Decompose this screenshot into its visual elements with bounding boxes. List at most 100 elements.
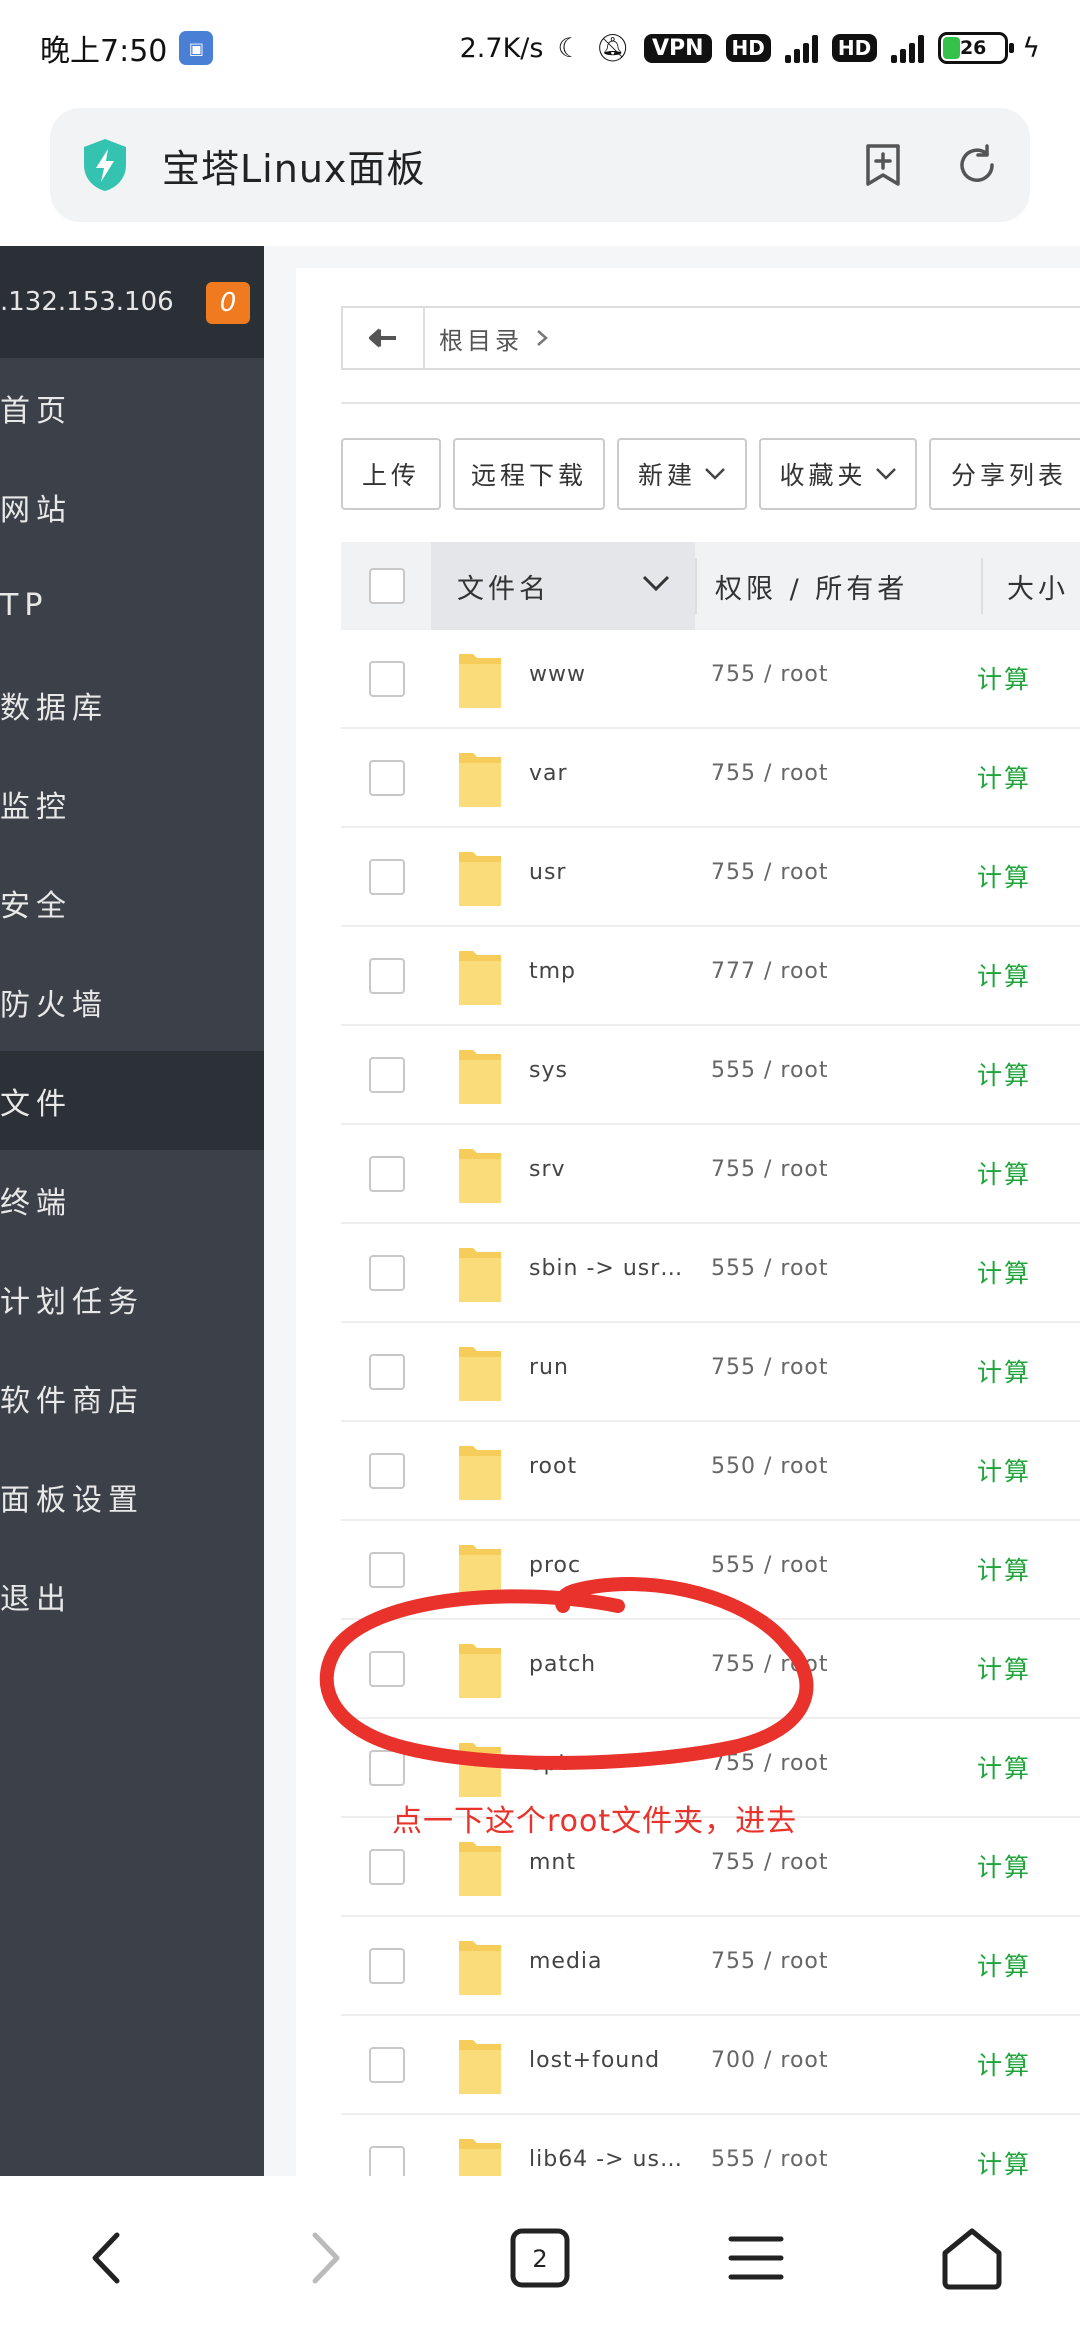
tabs-icon[interactable]: 2 [505,2223,575,2293]
remote-download-button[interactable]: 远程下载 [453,438,605,510]
file-permission[interactable]: 755 / root [711,1157,829,1182]
sidebar-item-website[interactable]: 网站 [0,457,264,556]
folder-icon[interactable] [457,2034,503,2098]
sidebar-item-database[interactable]: 数据库 [0,655,264,754]
row-checkbox[interactable] [369,661,405,697]
calc-size-link[interactable]: 计算 [977,1254,1031,1290]
sidebar-item-settings[interactable]: 面板设置 [0,1447,264,1546]
file-permission[interactable]: 755 / root [711,1850,829,1875]
row-checkbox[interactable] [369,1453,405,1489]
calc-size-link[interactable]: 计算 [977,1452,1031,1488]
notification-badge[interactable]: 0 [206,282,250,324]
file-name[interactable]: srv [529,1157,566,1182]
folder-icon[interactable] [457,945,503,1009]
folder-icon[interactable] [457,747,503,811]
file-name[interactable]: run [529,1355,569,1380]
calc-size-link[interactable]: 计算 [977,1155,1031,1191]
menu-icon[interactable] [721,2223,791,2293]
file-permission[interactable]: 755 / root [711,662,829,687]
calc-size-link[interactable]: 计算 [977,957,1031,993]
table-row[interactable]: run 755 / root 计算 [341,1323,1080,1422]
file-name[interactable]: mnt [529,1850,576,1875]
table-row[interactable]: srv 755 / root 计算 [341,1125,1080,1224]
file-name[interactable]: root [529,1454,577,1479]
folder-icon[interactable] [457,648,503,712]
file-permission[interactable]: 700 / root [711,2048,829,2073]
folder-icon[interactable] [457,1143,503,1207]
file-permission[interactable]: 555 / root [711,2147,829,2172]
browser-title-bar[interactable]: 宝塔Linux面板 [50,108,1030,222]
file-permission[interactable]: 777 / root [711,959,829,984]
file-name[interactable]: tmp [529,959,576,984]
column-permission[interactable]: 权限 / 所有者 [715,567,908,606]
calc-size-link[interactable]: 计算 [977,1749,1031,1785]
back-button[interactable] [343,308,425,368]
new-dropdown-button[interactable]: 新建 [617,438,747,510]
table-row[interactable]: tmp 777 / root 计算 [341,927,1080,1026]
row-checkbox[interactable] [369,1948,405,1984]
forward-icon[interactable] [289,2223,359,2293]
row-checkbox[interactable] [369,859,405,895]
file-permission[interactable]: 555 / root [711,1256,829,1281]
row-checkbox[interactable] [369,2047,405,2083]
sidebar-item-logout[interactable]: 退出 [0,1546,264,1645]
file-permission[interactable]: 555 / root [711,1058,829,1083]
table-row[interactable]: lost+found 700 / root 计算 [341,2016,1080,2115]
row-checkbox[interactable] [369,1849,405,1885]
table-row[interactable]: sbin -> usr… 555 / root 计算 [341,1224,1080,1323]
sidebar-item-files[interactable]: 文件 [0,1051,264,1150]
folder-icon[interactable] [457,1341,503,1405]
file-name[interactable]: lib64 -> us… [529,2147,683,2172]
table-row[interactable]: sys 555 / root 计算 [341,1026,1080,1125]
table-row[interactable]: var 755 / root 计算 [341,729,1080,828]
file-name[interactable]: media [529,1949,603,1974]
add-bookmark-icon[interactable] [860,142,906,188]
row-checkbox[interactable] [369,1057,405,1093]
calc-size-link[interactable]: 计算 [977,858,1031,894]
sidebar-item-ftp[interactable]: TP [0,556,264,655]
share-list-button[interactable]: 分享列表 [929,438,1080,510]
select-all-checkbox[interactable] [369,568,405,604]
file-permission[interactable]: 550 / root [711,1454,829,1479]
file-permission[interactable]: 755 / root [711,1949,829,1974]
folder-icon[interactable] [457,1242,503,1306]
file-name[interactable]: var [529,761,568,786]
file-name[interactable]: www [529,662,586,687]
file-name[interactable]: lost+found [529,2048,660,2073]
sidebar-item-firewall[interactable]: 防火墙 [0,952,264,1051]
folder-icon[interactable] [457,1935,503,1999]
sidebar-item-home[interactable]: 首页 [0,358,264,457]
upload-button[interactable]: 上传 [341,438,441,510]
folder-icon[interactable] [457,1044,503,1108]
sidebar-item-monitor[interactable]: 监控 [0,754,264,853]
sidebar-item-cron[interactable]: 计划任务 [0,1249,264,1348]
table-row[interactable]: www 755 / root 计算 [341,630,1080,729]
row-checkbox[interactable] [369,1156,405,1192]
calc-size-link[interactable]: 计算 [977,660,1031,696]
row-checkbox[interactable] [369,958,405,994]
calc-size-link[interactable]: 计算 [977,2046,1031,2082]
file-permission[interactable]: 755 / root [711,761,829,786]
file-name[interactable]: usr [529,860,566,885]
table-row[interactable]: usr 755 / root 计算 [341,828,1080,927]
sidebar-item-security[interactable]: 安全 [0,853,264,952]
calc-size-link[interactable]: 计算 [977,1947,1031,1983]
file-name[interactable]: sys [529,1058,568,1083]
calc-size-link[interactable]: 计算 [977,1650,1031,1686]
file-permission[interactable]: 755 / root [711,1355,829,1380]
favorites-dropdown-button[interactable]: 收藏夹 [759,438,917,510]
reload-icon[interactable] [954,142,1000,188]
sidebar-item-store[interactable]: 软件商店 [0,1348,264,1447]
column-size[interactable]: 大小 [981,558,1069,614]
folder-icon[interactable] [457,846,503,910]
row-checkbox[interactable] [369,760,405,796]
sidebar-item-terminal[interactable]: 终端 [0,1150,264,1249]
row-checkbox[interactable] [369,1255,405,1291]
column-name[interactable]: 文件名 [431,542,695,630]
file-permission[interactable]: 755 / root [711,860,829,885]
folder-icon[interactable] [457,1836,503,1900]
calc-size-link[interactable]: 计算 [977,759,1031,795]
calc-size-link[interactable]: 计算 [977,1353,1031,1389]
table-row[interactable]: root 550 / root 计算 [341,1422,1080,1521]
file-name[interactable]: sbin -> usr… [529,1256,683,1281]
